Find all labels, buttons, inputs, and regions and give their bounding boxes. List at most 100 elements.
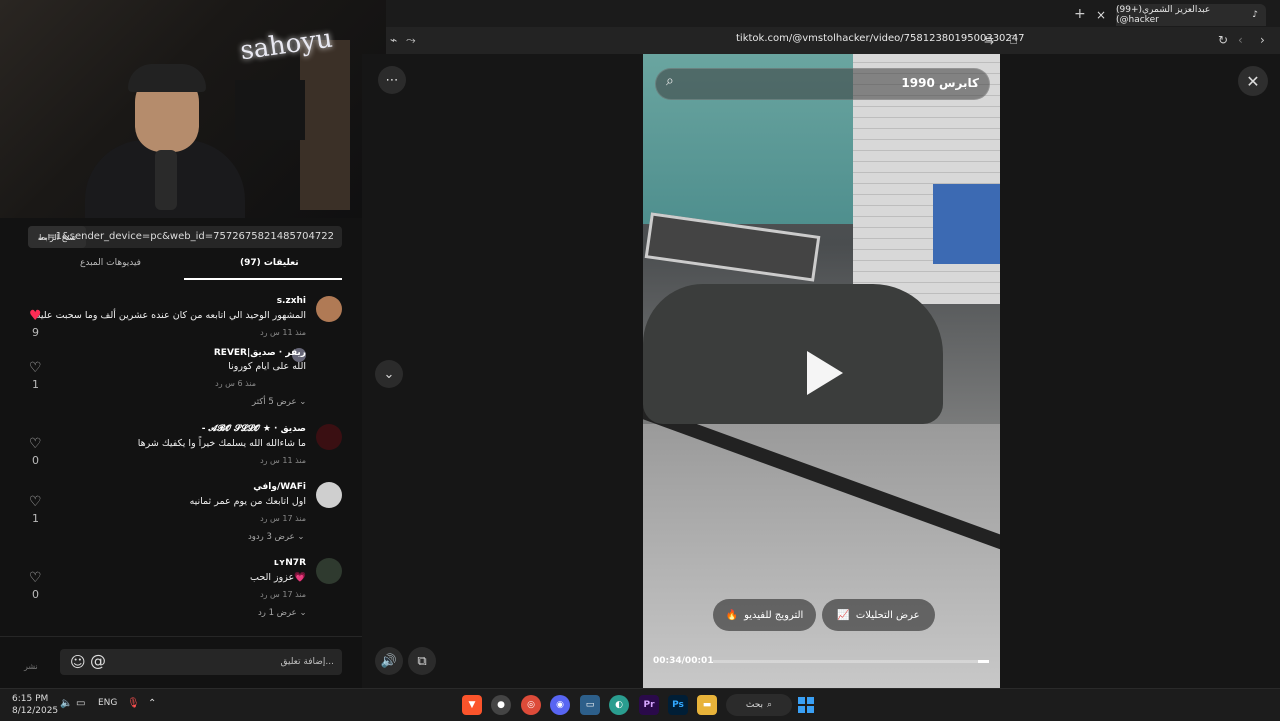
avatar[interactable] bbox=[316, 482, 342, 508]
comment-username[interactable]: وافي/WAFi bbox=[253, 482, 306, 492]
avatar[interactable] bbox=[316, 558, 342, 584]
person-cap bbox=[128, 64, 206, 92]
show-more-replies[interactable]: عرض 1 رد ⌄ bbox=[258, 608, 307, 618]
comment-text: الله على ايام كورونا bbox=[228, 361, 306, 372]
forward-arrow-icon[interactable]: › bbox=[1260, 33, 1265, 47]
show-more-replies[interactable]: عرض 3 ردود ⌄ bbox=[248, 532, 304, 542]
microphone-icon[interactable]: 🎙 bbox=[127, 698, 140, 709]
taskbar-search[interactable]: بحث ⌕ bbox=[726, 694, 792, 716]
video-frame-car bbox=[643, 284, 943, 424]
browser-tab-bar: + × (99+)عبدالعزيز الشمري (@hacker ♪ bbox=[386, 0, 1280, 27]
comment-meta[interactable]: منذ 6 س رد bbox=[215, 379, 256, 388]
comment-username[interactable]: REVER|ريفر · صديق bbox=[214, 348, 306, 358]
emoji-icon[interactable]: ☺ bbox=[70, 653, 86, 671]
comment-meta[interactable]: منذ 17 س رد bbox=[260, 514, 306, 523]
window-app-icon[interactable]: ▭ bbox=[580, 695, 600, 715]
network-icon[interactable]: ▭ bbox=[76, 698, 85, 709]
shield-icon[interactable]: ⌁ bbox=[390, 33, 397, 47]
share-url: ...=1&sender_device=pc&web_id=7572675821… bbox=[37, 231, 334, 242]
play-icon[interactable] bbox=[807, 351, 843, 395]
mention-icon[interactable]: @ bbox=[90, 651, 106, 670]
folder-icon[interactable]: ▬ bbox=[697, 695, 717, 715]
chrome-icon[interactable]: ◎ bbox=[521, 695, 541, 715]
comment-text: عزوز الحب💗 bbox=[250, 572, 306, 583]
show-more-replies[interactable]: عرض 5 أكثر ⌄ bbox=[252, 397, 306, 407]
heart-icon[interactable]: ♥ bbox=[29, 308, 42, 324]
photoshop-icon[interactable]: Ps bbox=[668, 695, 688, 715]
search-icon: ⌕ bbox=[666, 73, 674, 89]
like-count: 1 bbox=[32, 512, 39, 525]
monitor bbox=[235, 80, 305, 140]
tab-creator-videos[interactable]: فيديوهات المبدع bbox=[80, 258, 141, 268]
discord-icon[interactable]: ◉ bbox=[550, 695, 570, 715]
comment-username[interactable]: s.zxhi bbox=[277, 296, 306, 306]
search-label: بحث bbox=[745, 700, 764, 710]
extension-icon[interactable]: ⤳ bbox=[406, 33, 416, 48]
comment-username[interactable]: - 𝓐𝓑𝓞 𝓢𝓛𝓛𝓞 ★ · صديق bbox=[202, 424, 306, 434]
chevron-down-icon[interactable]: ⌄ bbox=[375, 360, 403, 388]
post-button[interactable]: نشر bbox=[24, 662, 38, 671]
volume-icon[interactable]: 🔊 bbox=[375, 647, 403, 675]
clock[interactable]: 6:15 PM 8/12/2025 bbox=[12, 693, 58, 717]
url-text[interactable]: tiktok.com/@vmstolhacker/video/758123801… bbox=[736, 33, 1025, 44]
tiktok-icon: ♪ bbox=[1252, 10, 1258, 20]
share-link-row: نسخ الرابط ...=1&sender_device=pc&web_id… bbox=[28, 226, 342, 248]
video-progress-fill bbox=[977, 660, 989, 663]
chevron-up-icon[interactable]: ⌃ bbox=[148, 698, 156, 709]
video-frame-blue-panel bbox=[933, 184, 1000, 264]
video-search-bar[interactable]: ⌕ كابرس 1990 bbox=[655, 68, 990, 100]
heart-icon[interactable]: ♡ bbox=[29, 570, 42, 586]
video-player[interactable]: ⌕ كابرس 1990 🔥 الترويج للفيديو 📈 عرض الت… bbox=[643, 54, 1000, 688]
back-arrow-icon[interactable]: ‹ bbox=[1238, 33, 1243, 47]
comment-meta[interactable]: منذ 11 س رد bbox=[260, 328, 306, 337]
tab-title: (99+)عبدالعزيز الشمري (@hacker bbox=[1116, 5, 1211, 25]
brave-icon[interactable]: ▼ bbox=[462, 695, 482, 715]
view-analytics-button[interactable]: 📈 عرض التحليلات bbox=[822, 599, 935, 631]
language-indicator[interactable]: ENG bbox=[98, 698, 117, 708]
comment-input[interactable]: ☺ @ إضافة تعليق... bbox=[60, 649, 342, 675]
clock-time: 6:15 PM bbox=[12, 694, 49, 704]
like-count: 1 bbox=[32, 378, 39, 391]
like-count: 9 bbox=[32, 326, 39, 339]
comment-username[interactable]: ʟʏN7R bbox=[274, 558, 306, 568]
active-tab-indicator bbox=[184, 278, 342, 280]
video-frame-floor bbox=[643, 424, 1000, 688]
heart-icon[interactable]: ♡ bbox=[29, 436, 42, 452]
comment-text: المشهور الوحيد الي اتابعه من كان عنده عش… bbox=[35, 310, 306, 321]
close-tab-icon[interactable]: × bbox=[1096, 8, 1106, 22]
comment-meta[interactable]: منذ 11 س رد bbox=[260, 456, 306, 465]
reload-icon[interactable]: ↻ bbox=[1218, 33, 1228, 47]
streamer-webcam: sahoyu bbox=[0, 0, 386, 218]
comment-input-row: نشر ☺ @ إضافة تعليق... bbox=[0, 636, 362, 689]
heart-icon[interactable]: ♡ bbox=[29, 494, 42, 510]
comment-meta[interactable]: منذ 17 س رد bbox=[260, 590, 306, 599]
fire-icon: 🔥 bbox=[725, 609, 739, 621]
edge-icon[interactable]: ◐ bbox=[609, 695, 629, 715]
speaker-icon[interactable]: 🔈 bbox=[60, 698, 72, 709]
bookmark-icon[interactable]: ⎕ bbox=[1010, 33, 1017, 48]
close-icon[interactable]: ✕ bbox=[1238, 66, 1268, 96]
address-bar: ⌁ ⤳ tiktok.com/@vmstolhacker/video/75812… bbox=[386, 27, 1280, 54]
new-tab-button[interactable]: + bbox=[1074, 6, 1086, 22]
like-count: 0 bbox=[32, 588, 39, 601]
comments-panel: نسخ الرابط ...=1&sender_device=pc&web_id… bbox=[0, 218, 362, 688]
picture-in-picture-icon[interactable]: ⧉ bbox=[408, 647, 436, 675]
clock-date: 8/12/2025 bbox=[12, 706, 59, 716]
site-settings-icon[interactable]: ⇆ bbox=[984, 33, 994, 47]
browser-tab[interactable]: + × (99+)عبدالعزيز الشمري (@hacker ♪ bbox=[1074, 4, 1266, 26]
heart-icon[interactable]: ♡ bbox=[29, 360, 42, 376]
comment-text: ما شاءالله الله يسلمك خيراً وا يكفيك شره… bbox=[137, 438, 306, 449]
like-count: 0 bbox=[32, 454, 39, 467]
comment-text: اول اتابعك من يوم عمر ثمانيه bbox=[189, 496, 306, 507]
search-icon: ⌕ bbox=[767, 700, 773, 710]
more-options-icon[interactable]: ⋯ bbox=[378, 66, 406, 94]
windows-start-icon[interactable] bbox=[798, 697, 814, 713]
tab-comments[interactable]: (97) تعليقات bbox=[240, 258, 299, 268]
obs-icon[interactable]: ● bbox=[491, 695, 511, 715]
avatar[interactable] bbox=[316, 424, 342, 450]
promote-video-button[interactable]: 🔥 الترويج للفيديو bbox=[713, 599, 816, 631]
premiere-icon[interactable]: Pr bbox=[639, 695, 659, 715]
avatar[interactable] bbox=[316, 296, 342, 322]
video-search-text: كابرس 1990 bbox=[901, 76, 979, 90]
video-progress-bar[interactable] bbox=[713, 660, 989, 663]
